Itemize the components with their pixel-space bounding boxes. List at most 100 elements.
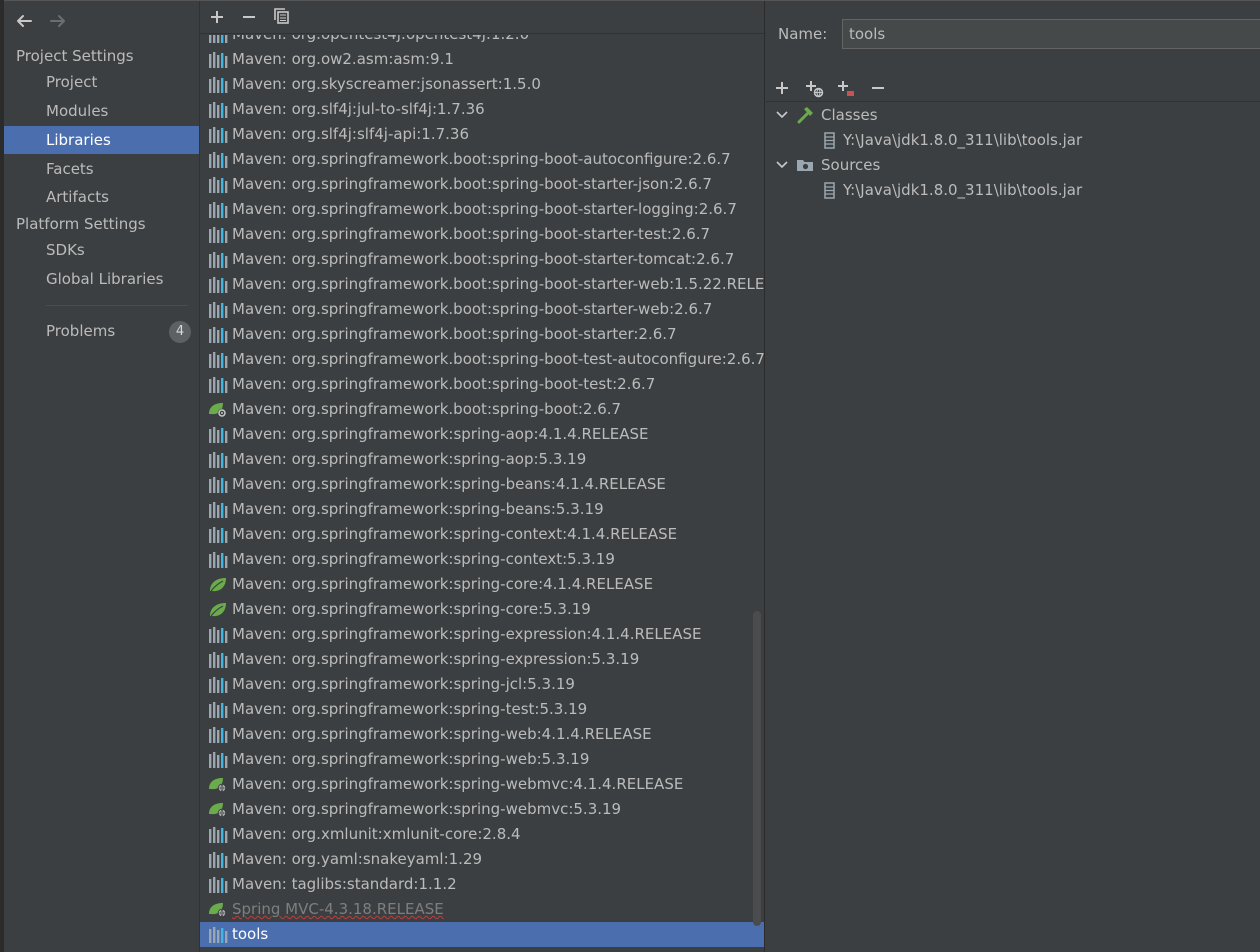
- library-list-item[interactable]: Maven: org.springframework.boot:spring-b…: [200, 197, 764, 222]
- forward-arrow-icon[interactable]: [48, 11, 68, 33]
- library-name-input[interactable]: [842, 19, 1260, 49]
- library-list-item[interactable]: Maven: org.springframework:spring-beans:…: [200, 472, 764, 497]
- library-list-item[interactable]: Maven: org.springframework:spring-contex…: [200, 547, 764, 572]
- library-item-label: Maven: org.skyscreamer:jsonassert:1.5.0: [232, 75, 541, 93]
- library-item-label: Maven: org.springframework.boot:spring-b…: [232, 375, 656, 393]
- library-list-item[interactable]: Maven: org.xmlunit:xmlunit-core:2.8.4: [200, 822, 764, 847]
- nav-item-global-libraries[interactable]: Global Libraries: [4, 265, 199, 293]
- library-list-item[interactable]: Maven: org.springframework.boot:spring-b…: [200, 372, 764, 397]
- library-list-item[interactable]: Maven: org.skyscreamer:jsonassert:1.5.0: [200, 72, 764, 97]
- library-list-item[interactable]: Maven: org.opentest4j:opentest4j:1.2.0: [200, 35, 764, 47]
- library-list-item[interactable]: tools: [200, 922, 764, 947]
- library-list-item[interactable]: Maven: org.springframework:spring-expres…: [200, 622, 764, 647]
- library-list-item[interactable]: Maven: org.springframework.boot:spring-b…: [200, 272, 764, 297]
- hammer-icon: [797, 107, 813, 124]
- library-list-item[interactable]: Maven: org.springframework.boot:spring-b…: [200, 297, 764, 322]
- settings-navigation: Project Settings Project Modules Librari…: [4, 1, 199, 952]
- library-list-item[interactable]: Maven: org.springframework.boot:spring-b…: [200, 347, 764, 372]
- library-item-label: Maven: org.springframework:spring-web:4.…: [232, 725, 652, 743]
- library-list-item[interactable]: Maven: org.springframework:spring-core:5…: [200, 597, 764, 622]
- library-icon: [208, 101, 228, 118]
- library-list-item[interactable]: Maven: org.springframework.boot:spring-b…: [200, 397, 764, 422]
- plus-icon: [776, 82, 788, 94]
- library-item-label: Maven: org.springframework.boot:spring-b…: [232, 325, 677, 343]
- library-list-item[interactable]: Spring MVC-4.3.18.RELEASE: [200, 897, 764, 922]
- nav-item-libraries[interactable]: Libraries: [4, 126, 199, 154]
- library-list-item[interactable]: Maven: org.springframework:spring-aop:5.…: [200, 447, 764, 472]
- library-item-label: Maven: org.springframework.boot:spring-b…: [232, 400, 622, 418]
- nav-item-sdks[interactable]: SDKs: [4, 236, 199, 264]
- library-item-label: Maven: org.springframework:spring-beans:…: [232, 475, 666, 493]
- spring-leaf-icon: [208, 601, 228, 618]
- library-list-scrollbar[interactable]: [753, 611, 761, 926]
- library-icon: [208, 426, 228, 443]
- folder-icon: [797, 160, 813, 171]
- tree-node-classes-jar[interactable]: Y:\Java\jdk1.8.0_311\lib\tools.jar: [820, 128, 1250, 153]
- library-list-item[interactable]: Maven: org.springframework:spring-beans:…: [200, 497, 764, 522]
- library-item-label: Maven: org.springframework.boot:spring-b…: [232, 200, 737, 218]
- library-list-item[interactable]: Maven: org.springframework:spring-webmvc…: [200, 797, 764, 822]
- library-icon: [208, 176, 228, 193]
- library-item-label: Maven: org.slf4j:jul-to-slf4j:1.7.36: [232, 100, 485, 118]
- copy-icon: [274, 8, 289, 24]
- exclude-root-button[interactable]: [835, 77, 857, 99]
- copy-library-button[interactable]: [271, 6, 293, 28]
- tree-node-classes[interactable]: Classes: [774, 103, 1254, 128]
- library-list-item[interactable]: Maven: org.springframework:spring-jcl:5.…: [200, 672, 764, 697]
- library-item-label: Maven: org.springframework:spring-contex…: [232, 525, 678, 543]
- library-item-label: Maven: org.springframework:spring-contex…: [232, 550, 615, 568]
- library-icon: [208, 476, 228, 493]
- library-list-item[interactable]: Maven: org.springframework:spring-aop:4.…: [200, 422, 764, 447]
- tree-node-sources-jar[interactable]: Y:\Java\jdk1.8.0_311\lib\tools.jar: [820, 178, 1250, 203]
- library-list-item[interactable]: Maven: org.springframework:spring-expres…: [200, 647, 764, 672]
- attach-sources-button[interactable]: [803, 77, 825, 99]
- library-list-item[interactable]: Maven: org.springframework.boot:spring-b…: [200, 222, 764, 247]
- nav-item-modules[interactable]: Modules: [4, 97, 199, 125]
- library-list-item[interactable]: Maven: org.slf4j:slf4j-api:1.7.36: [200, 122, 764, 147]
- library-list-item[interactable]: Maven: org.yaml:snakeyaml:1.29: [200, 847, 764, 872]
- library-icon: [208, 826, 228, 843]
- library-icon: [208, 851, 228, 868]
- chevron-down-icon[interactable]: [774, 157, 790, 173]
- library-list-item[interactable]: Maven: org.springframework:spring-web:5.…: [200, 747, 764, 772]
- back-arrow-icon[interactable]: [14, 11, 34, 33]
- library-list-item[interactable]: Maven: org.slf4j:jul-to-slf4j:1.7.36: [200, 97, 764, 122]
- platform-settings-header: Platform Settings: [16, 215, 146, 233]
- remove-root-button[interactable]: [867, 77, 889, 99]
- spring-mvc-icon: [208, 776, 228, 793]
- library-list-item[interactable]: Maven: org.springframework.boot:spring-b…: [200, 322, 764, 347]
- library-list-item[interactable]: Maven: org.springframework:spring-web:4.…: [200, 722, 764, 747]
- nav-item-artifacts[interactable]: Artifacts: [4, 183, 199, 211]
- chevron-down-icon[interactable]: [774, 107, 790, 123]
- spring-leaf-icon: [208, 576, 228, 593]
- library-list-item[interactable]: Maven: org.springframework.boot:spring-b…: [200, 147, 764, 172]
- spring-boot-icon: [208, 401, 228, 418]
- library-list-item[interactable]: Maven: org.springframework.boot:spring-b…: [200, 247, 764, 272]
- jar-icon: [824, 182, 835, 199]
- add-root-button[interactable]: [771, 77, 793, 99]
- library-item-label: Maven: org.xmlunit:xmlunit-core:2.8.4: [232, 825, 521, 843]
- add-library-button[interactable]: [206, 6, 228, 28]
- remove-library-button[interactable]: [238, 6, 260, 28]
- library-icon: [208, 451, 228, 468]
- nav-item-facets[interactable]: Facets: [4, 155, 199, 183]
- library-list-item[interactable]: Maven: org.springframework:spring-test:5…: [200, 697, 764, 722]
- tree-node-sources[interactable]: Sources: [774, 153, 1254, 178]
- library-item-label: Maven: org.springframework:spring-core:4…: [232, 575, 654, 593]
- library-list-item[interactable]: Maven: org.springframework.boot:spring-b…: [200, 172, 764, 197]
- library-item-label: Maven: org.springframework:spring-beans:…: [232, 500, 604, 518]
- library-item-label: Maven: org.springframework:spring-expres…: [232, 650, 640, 668]
- library-list-item[interactable]: Maven: org.springframework:spring-webmvc…: [200, 772, 764, 797]
- library-icon: [208, 276, 228, 293]
- library-icon: [208, 251, 228, 268]
- library-list-item[interactable]: Maven: org.springframework:spring-core:4…: [200, 572, 764, 597]
- library-list-item[interactable]: Maven: taglibs:standard:1.1.2: [200, 872, 764, 897]
- library-item-label: Maven: taglibs:standard:1.1.2: [232, 875, 457, 893]
- library-list[interactable]: Maven: org.opentest4j:opentest4j:1.2.0 Ma…: [200, 35, 764, 952]
- library-icon: [208, 126, 228, 143]
- nav-item-project[interactable]: Project: [4, 68, 199, 96]
- library-icon: [208, 76, 228, 93]
- library-icon: [208, 751, 228, 768]
- library-list-item[interactable]: Maven: org.springframework:spring-contex…: [200, 522, 764, 547]
- library-list-item[interactable]: Maven: org.ow2.asm:asm:9.1: [200, 47, 764, 72]
